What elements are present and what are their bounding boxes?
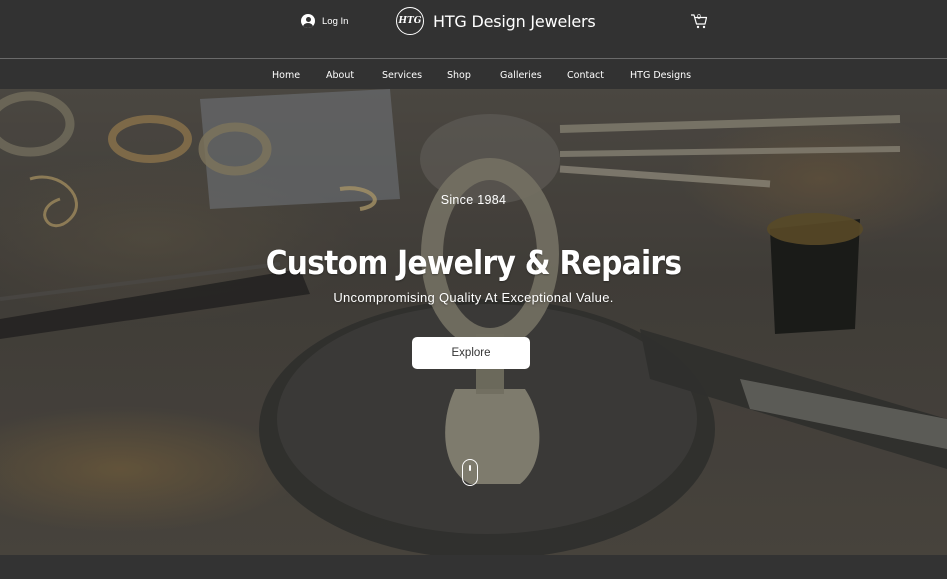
cart-count: 0 [697, 14, 701, 21]
hero-section: Since 1984 Custom Jewelry & Repairs Unco… [0, 89, 947, 555]
brand-name: HTG Design Jewelers [433, 11, 596, 31]
hero-subtitle: Uncompromising Quality At Exceptional Va… [333, 290, 614, 305]
nav-item-about[interactable]: About [326, 59, 354, 89]
nav-item-shop[interactable]: Shop [447, 59, 471, 89]
avatar-icon [301, 14, 315, 28]
brand-logo: HTG [396, 7, 424, 35]
nav-item-home[interactable]: Home [272, 59, 300, 89]
nav-item-htg-designs[interactable]: HTG Designs [630, 59, 691, 89]
scroll-down-icon[interactable] [462, 459, 478, 486]
hero-title: Custom Jewelry & Repairs [265, 243, 682, 282]
main-nav: Home About Services Shop Galleries Conta… [0, 59, 947, 89]
nav-item-contact[interactable]: Contact [567, 59, 604, 89]
hero-eyebrow: Since 1984 [440, 193, 507, 207]
site-header: Log In HTG HTG Design Jewelers 0 [0, 0, 947, 58]
nav-item-services[interactable]: Services [382, 59, 422, 89]
section-divider-strip [0, 555, 947, 579]
nav-item-galleries[interactable]: Galleries [500, 59, 542, 89]
brand[interactable]: HTG HTG Design Jewelers [396, 6, 596, 36]
login-button[interactable]: Log In [301, 12, 348, 30]
login-label: Log In [322, 15, 349, 27]
explore-button[interactable]: Explore [412, 337, 530, 369]
cart-button[interactable]: 0 [690, 13, 708, 29]
